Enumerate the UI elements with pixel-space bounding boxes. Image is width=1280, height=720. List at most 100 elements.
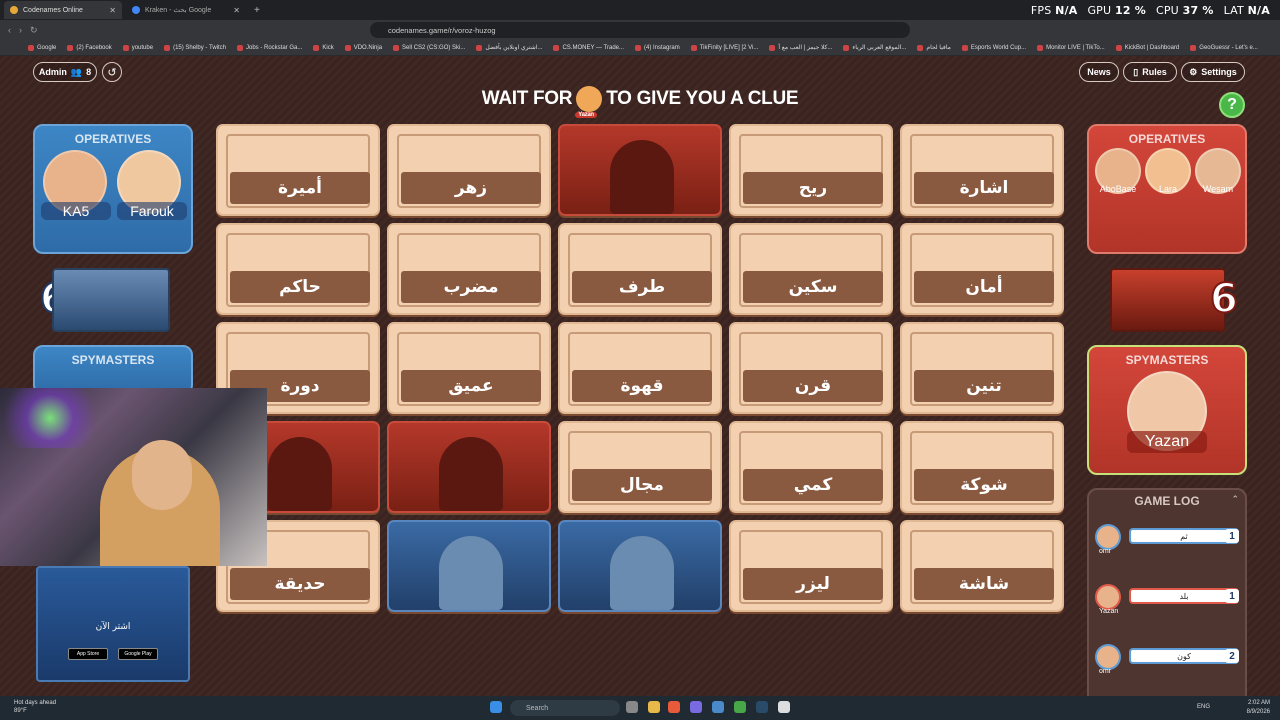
card-word: أميرة: [230, 172, 370, 204]
word-card[interactable]: سكين: [729, 223, 893, 315]
word-card[interactable]: حاكم: [216, 223, 380, 315]
log-player-name: Yazan: [1099, 608, 1119, 615]
clock[interactable]: 2:02 AM 8/9/2026: [1247, 699, 1270, 717]
language-indicator[interactable]: ENG: [1197, 704, 1210, 710]
word-card[interactable]: شاشة: [900, 520, 1064, 612]
word-card[interactable]: شوكة: [900, 421, 1064, 513]
word-card[interactable]: عميق: [387, 322, 551, 414]
bookmark-item[interactable]: Kick: [313, 44, 334, 51]
app-icon[interactable]: [778, 701, 790, 713]
agent-figure: [268, 437, 332, 511]
bookmark-item[interactable]: Sell CS2 (CS:GO) Ski...: [393, 44, 466, 51]
blue-operatives-panel: OPERATIVES KA5 Farouk: [33, 124, 193, 254]
word-card[interactable]: ليزر: [729, 520, 893, 612]
back-icon[interactable]: ‹: [8, 25, 11, 35]
tab-kraken[interactable]: Kraken - بحث Google ✕: [126, 1, 246, 19]
bookmark-item[interactable]: مافيا لحام: [917, 44, 951, 51]
log-entry: كون 2 omr: [1095, 644, 1241, 675]
steam-icon[interactable]: [756, 701, 768, 713]
google-play-badge[interactable]: Google Play: [118, 648, 158, 660]
bookmark-item[interactable]: CS.MONEY — Trade...: [553, 44, 624, 51]
app-icon[interactable]: [712, 701, 724, 713]
bookmark-item[interactable]: GeoGuessr - Let's e...: [1190, 44, 1258, 51]
word-card[interactable]: ريح: [729, 124, 893, 216]
url-input[interactable]: codenames.game/r/voroz-huzog: [370, 22, 910, 38]
bookmark-label: TikFinity [LIVE] [2 Vi...: [699, 44, 759, 51]
card-word: عميق: [401, 370, 541, 402]
word-card[interactable]: أميرة: [216, 124, 380, 216]
forward-icon[interactable]: ›: [19, 25, 22, 35]
word-card[interactable]: قهوة: [558, 322, 722, 414]
bookmark-item[interactable]: Google: [28, 44, 56, 51]
card-word: مضرب: [401, 271, 541, 303]
brave-icon[interactable]: [668, 701, 680, 713]
bookmark-item[interactable]: youtube: [122, 44, 153, 51]
bookmark-label: Monitor LIVE | TikTo...: [1046, 44, 1105, 51]
app-icon[interactable]: [734, 701, 746, 713]
bookmark-item[interactable]: TikFinity [LIVE] [2 Vi...: [690, 44, 759, 51]
word-card[interactable]: كمي: [729, 421, 893, 513]
bookmark-label: كلا جيمز | العب مع أ...: [778, 45, 833, 51]
weather-temp: 89°F: [14, 708, 27, 714]
bookmark-label: Sell CS2 (CS:GO) Ski...: [402, 44, 466, 51]
weather-widget[interactable]: Hot days ahead 89°F: [14, 699, 56, 715]
bookmark-favicon-icon: [961, 44, 968, 51]
card-word: زهر: [401, 172, 541, 204]
bookmark-item[interactable]: كلا جيمز | العب مع أ...: [769, 44, 832, 51]
bookmark-item[interactable]: KickBot | Dashboard: [1115, 44, 1180, 51]
news-button[interactable]: News: [1079, 62, 1119, 82]
fps-value: N/A: [1055, 4, 1078, 17]
taskbar-search[interactable]: Search: [510, 700, 620, 716]
file-explorer-icon[interactable]: [648, 701, 660, 713]
bookmark-item[interactable]: (15) Shelby - Twitch: [164, 44, 226, 51]
card-word: قهوة: [572, 370, 712, 402]
avatar: [1095, 584, 1121, 610]
bookmark-item[interactable]: (4) Instagram: [635, 44, 680, 51]
settings-button[interactable]: ⚙ Settings: [1181, 62, 1245, 82]
card-word: اشارة: [914, 172, 1054, 204]
red-spymasters-panel: SPYMASTERS Yazan: [1087, 345, 1247, 475]
word-card[interactable]: طرف: [558, 223, 722, 315]
word-card[interactable]: اشارة: [900, 124, 1064, 216]
operative-name: Wesam: [1202, 184, 1234, 194]
collapse-icon[interactable]: ⌃: [1231, 494, 1239, 505]
card-word: أمان: [914, 271, 1054, 303]
windows-taskbar: Hot days ahead 89°F Search ENG 2:02 AM 8…: [0, 696, 1280, 720]
card-word: طرف: [572, 271, 712, 303]
bookmark-favicon-icon: [122, 44, 129, 51]
bookmark-favicon-icon: [393, 44, 400, 51]
bookmark-item[interactable]: اشتري اونلاين بأفضل...: [476, 44, 542, 51]
word-card[interactable]: أمان: [900, 223, 1064, 315]
help-icon[interactable]: ?: [1219, 92, 1245, 118]
spymaster-avatar: Yazan: [575, 86, 603, 118]
word-card[interactable]: زهر: [387, 124, 551, 216]
word-card[interactable]: تنين: [900, 322, 1064, 414]
close-icon[interactable]: ✕: [233, 6, 240, 15]
bookmark-item[interactable]: Monitor LIVE | TikTo...: [1037, 44, 1105, 51]
reset-icon[interactable]: ↺: [102, 62, 122, 82]
reload-icon[interactable]: ↻: [30, 25, 38, 36]
admin-button[interactable]: Admin 👥 8: [33, 62, 97, 82]
bookmark-item[interactable]: Jobs - Rockstar Ga...: [237, 44, 302, 51]
word-card[interactable]: مجال: [558, 421, 722, 513]
bookmark-favicon-icon: [769, 44, 776, 51]
tab-codenames[interactable]: Codenames Online ✕: [4, 1, 122, 19]
rules-button[interactable]: ▯ Rules: [1123, 62, 1177, 82]
app-icon[interactable]: [690, 701, 702, 713]
bookmark-label: KickBot | Dashboard: [1124, 44, 1180, 51]
operative-name: AboBase: [1099, 184, 1137, 194]
new-tab-icon[interactable]: +: [254, 5, 260, 16]
bookmark-item[interactable]: الموقع العربي الرياء...: [843, 44, 906, 51]
bookmark-item[interactable]: (2) Facebook: [67, 44, 112, 51]
bookmark-item[interactable]: Esports World Cup...: [961, 44, 1026, 51]
book-icon: ▯: [1133, 66, 1139, 77]
word-card[interactable]: مضرب: [387, 223, 551, 315]
windows-start-icon[interactable]: [490, 701, 502, 713]
app-store-badge[interactable]: App Store: [68, 648, 108, 660]
bookmarks-bar: Google (2) Facebook youtube (15) Shelby - T…: [0, 40, 1280, 56]
advertisement[interactable]: اشتر الآن App Store Google Play: [36, 566, 190, 682]
word-card[interactable]: قرن: [729, 322, 893, 414]
task-view-icon[interactable]: [626, 701, 638, 713]
bookmark-item[interactable]: VDO.Ninja: [344, 44, 382, 51]
close-icon[interactable]: ✕: [109, 6, 116, 15]
